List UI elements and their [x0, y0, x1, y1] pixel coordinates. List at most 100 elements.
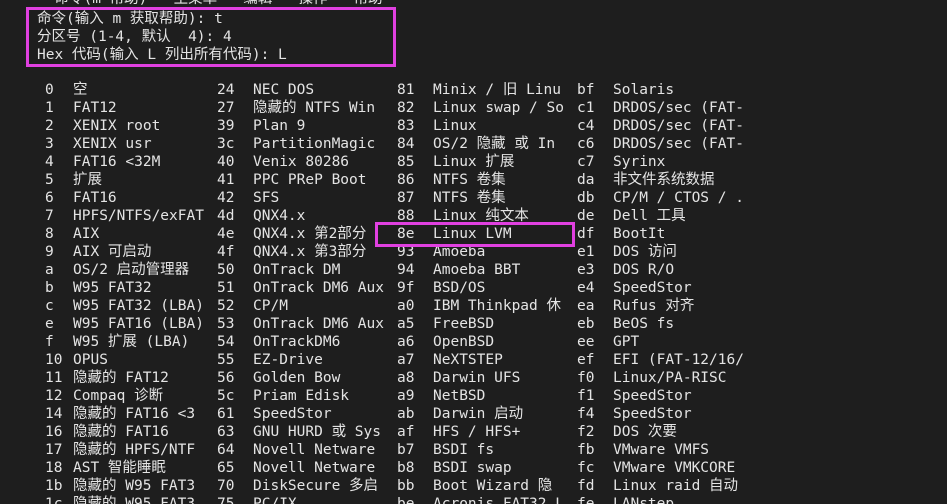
terminal-window[interactable]: 命令(m 帮助) 主菜单 编辑 操作 帮助 命令(输入 m 获取帮助): t 分… — [0, 0, 947, 504]
partition-type-name: Linux — [433, 118, 477, 134]
partition-type-name: QNX4.x 第2部分 — [253, 226, 367, 242]
partition-type-code: 8 — [45, 226, 54, 242]
partition-type-code: 11 — [45, 370, 63, 386]
partition-type-name: SpeedStor — [253, 406, 332, 422]
partition-type-code: 4 — [45, 154, 54, 170]
partition-type-name: FAT16 — [73, 190, 117, 206]
partition-type-code: 42 — [217, 190, 235, 206]
partition-type-code: 2 — [45, 118, 54, 134]
partition-type-name: Novell Netware — [253, 460, 376, 476]
partition-type-name: VMware VMFS — [613, 442, 710, 458]
partition-type-code: 94 — [397, 262, 415, 278]
partition-type-name: LANstep — [613, 496, 675, 504]
partition-type-code: 1b — [45, 478, 63, 494]
partition-type-code: c7 — [577, 154, 595, 170]
partition-type-code: a6 — [397, 334, 415, 350]
partition-type-name: DOS R/O — [613, 262, 675, 278]
partition-type-name: 隐藏的 W95 FAT3 — [73, 478, 196, 494]
partition-type-name: 空 — [73, 82, 88, 98]
partition-type-code: e1 — [577, 244, 595, 260]
partition-type-name: FAT16 <32M — [73, 154, 161, 170]
terminal-top-cut-line: 命令(m 帮助) 主菜单 编辑 操作 帮助 — [37, 0, 382, 8]
prompt-line-partition: 分区号 (1-4, 默认 4): 4 — [37, 29, 232, 45]
partition-type-name: 隐藏的 FAT12 — [73, 370, 169, 386]
partition-type-name: 非文件系统数据 — [613, 172, 715, 188]
partition-type-name: DOS 访问 — [613, 244, 677, 260]
partition-type-code: 84 — [397, 136, 415, 152]
partition-type-name: OpenBSD — [433, 334, 495, 350]
partition-type-name: PartitionMagic — [253, 136, 376, 152]
partition-type-code: af — [397, 424, 415, 440]
partition-type-code: 5c — [217, 388, 235, 404]
partition-type-name: OnTrack DM6 Aux — [253, 316, 384, 332]
partition-type-name: Novell Netware — [253, 442, 376, 458]
partition-type-name: 隐藏的 W95 FAT3 — [73, 496, 196, 504]
partition-type-code: 82 — [397, 100, 415, 116]
partition-type-name: HPFS/NTFS/exFAT — [73, 208, 204, 224]
partition-type-name: Amoeba BBT — [433, 262, 521, 278]
partition-type-code: f1 — [577, 388, 595, 404]
partition-type-code: 83 — [397, 118, 415, 134]
partition-type-code: 4e — [217, 226, 235, 242]
partition-type-name: BeOS fs — [613, 316, 675, 332]
partition-type-name: GNU HURD 或 Sys — [253, 424, 381, 440]
partition-type-code: bf — [577, 82, 595, 98]
partition-type-name: NTFS 卷集 — [433, 172, 506, 188]
partition-type-code: 53 — [217, 316, 235, 332]
partition-type-code: c6 — [577, 136, 595, 152]
partition-type-name: VMware VMKCORE — [613, 460, 736, 476]
partition-type-name: Rufus 对齐 — [613, 298, 695, 314]
partition-type-name: Linux LVM — [433, 226, 512, 242]
partition-type-code: df — [577, 226, 595, 242]
prompt-line-command: 命令(输入 m 获取帮助): t — [37, 11, 223, 27]
partition-type-code: c4 — [577, 118, 595, 134]
partition-type-code: f — [45, 334, 54, 350]
partition-type-name: OPUS — [73, 352, 108, 368]
partition-type-code: 50 — [217, 262, 235, 278]
partition-type-code: 88 — [397, 208, 415, 224]
partition-type-code: 9 — [45, 244, 54, 260]
partition-type-name: Priam Edisk — [253, 388, 350, 404]
partition-type-code: 12 — [45, 388, 63, 404]
partition-type-code: 16 — [45, 424, 63, 440]
partition-type-code: db — [577, 190, 595, 206]
partition-type-name: Acronis FAT32 L — [433, 496, 564, 504]
partition-type-code: a7 — [397, 352, 415, 368]
partition-type-name: OnTrack DM — [253, 262, 341, 278]
partition-type-name: PC/IX — [253, 496, 297, 504]
partition-type-name: Solaris — [613, 82, 675, 98]
partition-type-name: OS/2 隐藏 或 In — [433, 136, 556, 152]
partition-type-name: 隐藏的 FAT16 — [73, 424, 169, 440]
partition-type-code: f0 — [577, 370, 595, 386]
partition-type-name: Amoeba — [433, 244, 486, 260]
partition-type-name: W95 FAT16 (LBA) — [73, 316, 204, 332]
partition-type-name: QNX4.x — [253, 208, 306, 224]
partition-type-name: 隐藏的 FAT16 <3 — [73, 406, 196, 422]
partition-type-code: da — [577, 172, 595, 188]
partition-type-code: fe — [577, 496, 595, 504]
partition-type-name: Compaq 诊断 — [73, 388, 164, 404]
partition-type-name: W95 FAT32 — [73, 280, 152, 296]
partition-type-name: Linux 纯文本 — [433, 208, 529, 224]
partition-type-code: 63 — [217, 424, 235, 440]
partition-type-code: a5 — [397, 316, 415, 332]
partition-type-name: CP/M — [253, 298, 288, 314]
partition-type-code: 56 — [217, 370, 235, 386]
partition-type-code: 55 — [217, 352, 235, 368]
partition-type-name: SFS — [253, 190, 280, 206]
partition-type-code: 1 — [45, 100, 54, 116]
partition-type-code: b — [45, 280, 54, 296]
partition-type-code: e3 — [577, 262, 595, 278]
partition-type-code: 9f — [397, 280, 415, 296]
partition-type-code: f4 — [577, 406, 595, 422]
partition-type-name: DRDOS/sec (FAT- — [613, 136, 744, 152]
partition-type-name: Linux swap / So — [433, 100, 564, 116]
partition-type-name: BSDI swap — [433, 460, 512, 476]
partition-type-code: 65 — [217, 460, 235, 476]
partition-type-code: ab — [397, 406, 415, 422]
partition-type-name: NetBSD — [433, 388, 486, 404]
partition-type-name: AIX — [73, 226, 100, 242]
partition-type-code: e4 — [577, 280, 595, 296]
partition-type-name: BSD/OS — [433, 280, 486, 296]
partition-type-code: fb — [577, 442, 595, 458]
